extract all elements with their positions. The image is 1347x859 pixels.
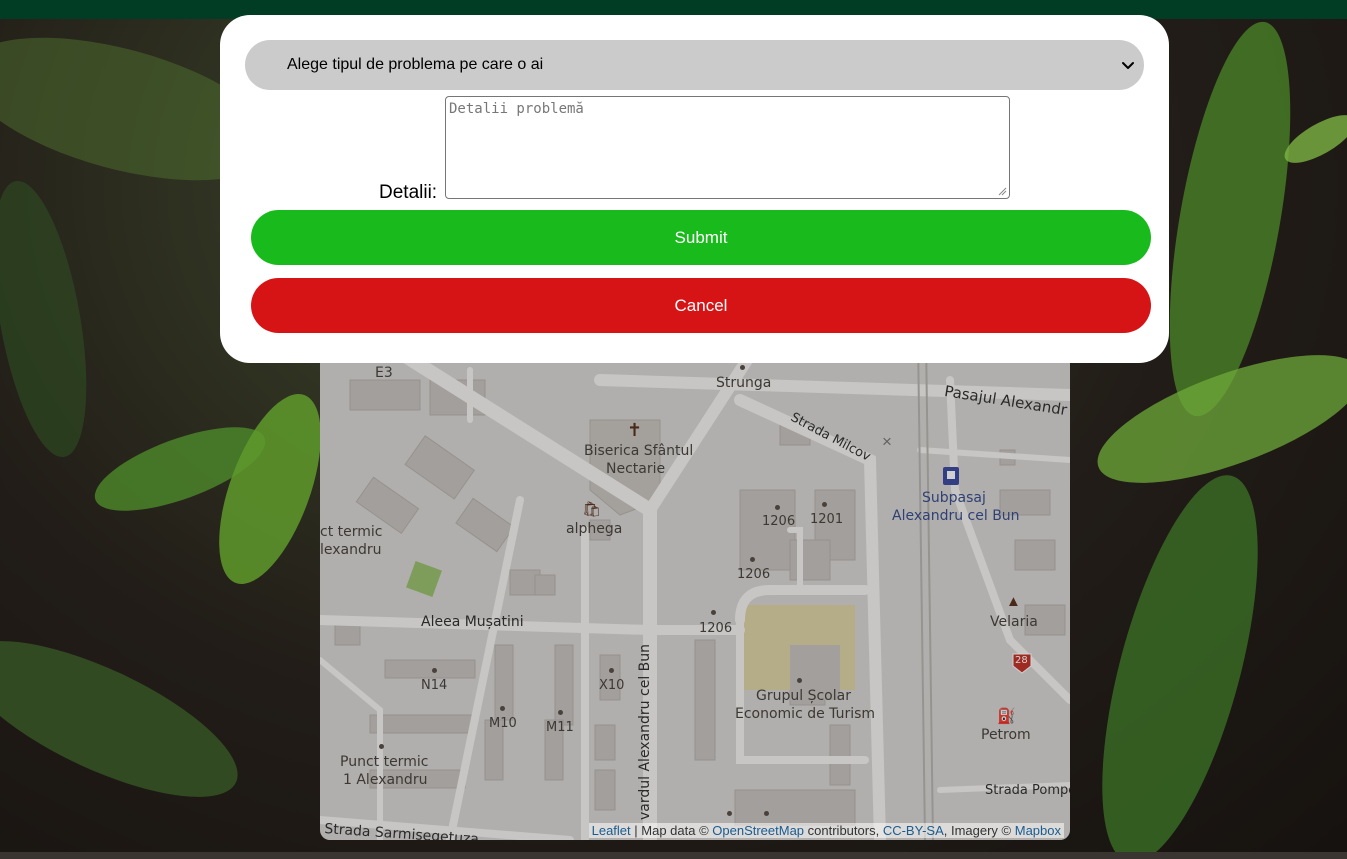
chevron-down-icon — [1122, 62, 1134, 69]
map-street-aleea-musatini: Aleea Mușatini — [421, 614, 524, 630]
map-label-alphega: alphega — [566, 521, 623, 537]
attribution-text: | Map data © — [630, 823, 713, 838]
map-dot — [727, 811, 732, 816]
attribution-text: , Imagery © — [943, 823, 1015, 838]
cc-by-sa-link[interactable]: CC-BY-SA — [883, 823, 944, 838]
map-dot — [609, 668, 614, 673]
map-label-e3: E3 — [375, 365, 393, 381]
map-attribution: Leaflet | Map data © OpenStreetMap contr… — [588, 823, 1064, 838]
map-label-x10: X10 — [599, 678, 625, 693]
map-label-grupul-scolar-2: Economic de Turism — [735, 706, 876, 722]
map-label-grupul-scolar: Grupul Școlar — [756, 688, 851, 704]
map-street-pompe: Strada Pompe — [985, 783, 1070, 798]
map-dot — [500, 706, 505, 711]
map-dot — [711, 610, 716, 615]
map-label-subpasaj-name: Alexandru cel Bun — [892, 508, 1020, 524]
map-label-punct-termic-top-2: lexandru — [320, 542, 382, 558]
lamp-icon: ▲ — [1006, 593, 1021, 610]
map-label-1206b: 1206 — [737, 567, 771, 582]
map-label-biserica: Biserica Sfântul — [584, 443, 694, 459]
map-label-n14: N14 — [421, 678, 448, 693]
map-dot — [775, 505, 780, 510]
resize-grip-icon[interactable] — [997, 186, 1007, 196]
map-label-punct-termic-top: ct termic — [320, 524, 383, 540]
details-textarea[interactable]: Detalii problemă — [445, 96, 1010, 199]
openstreetmap-link[interactable]: OpenStreetMap — [712, 823, 804, 838]
report-problem-modal: Alege tipul de problema pe care o ai Det… — [220, 15, 1169, 363]
map-dot — [740, 365, 745, 370]
fuel-icon: ⛽ — [997, 708, 1016, 725]
close-icon: × — [882, 432, 892, 451]
map-dot — [797, 678, 802, 683]
map-label-strunga: Strunga — [716, 375, 772, 391]
route-28-badge: 28 — [1015, 655, 1028, 666]
map-street-bulevardul: vardul Alexandru cel Bun — [637, 643, 653, 820]
map-label-subpasaj: Subpasaj — [922, 490, 986, 506]
cross-icon: ✝ — [627, 420, 643, 440]
basket-icon: 🛍 — [582, 501, 602, 518]
details-placeholder: Detalii problemă — [449, 101, 584, 117]
map-view[interactable]: E3 Strunga Pasajul Alexandr ✝ Biserica S… — [320, 340, 1070, 840]
map-label-m11: M11 — [546, 720, 574, 735]
submit-button[interactable]: Submit — [251, 210, 1151, 265]
problem-type-select-value: Alege tipul de problema pe care o ai — [287, 56, 544, 73]
map-dot — [379, 744, 384, 749]
map-label-petrom: Petrom — [981, 727, 1031, 743]
map-dot — [764, 811, 769, 816]
problem-type-select[interactable]: Alege tipul de problema pe care o ai — [245, 40, 1144, 90]
mapbox-link[interactable]: Mapbox — [1015, 823, 1061, 838]
bottom-bar — [0, 852, 1347, 859]
map-dot — [558, 710, 563, 715]
map-label-nectarie: Nectarie — [606, 461, 666, 477]
map-label-velaria: Velaria — [990, 614, 1038, 630]
map-label-1206c: 1206 — [699, 621, 733, 636]
leaflet-link[interactable]: Leaflet — [592, 823, 631, 838]
map-label-punct-termic-bot: Punct termic — [340, 754, 429, 770]
cancel-button[interactable]: Cancel — [251, 278, 1151, 333]
map-dot — [822, 502, 827, 507]
map-label-punct-termic-bot-2: 1 Alexandru — [343, 772, 428, 788]
details-label: Detalii: — [379, 182, 438, 203]
map-dot — [750, 557, 755, 562]
map-label-m10: M10 — [489, 716, 517, 731]
attribution-text: contributors, — [804, 823, 883, 838]
map-label-1206a: 1206 — [762, 514, 796, 529]
map-dot — [432, 668, 437, 673]
map-label-1201: 1201 — [810, 512, 844, 527]
